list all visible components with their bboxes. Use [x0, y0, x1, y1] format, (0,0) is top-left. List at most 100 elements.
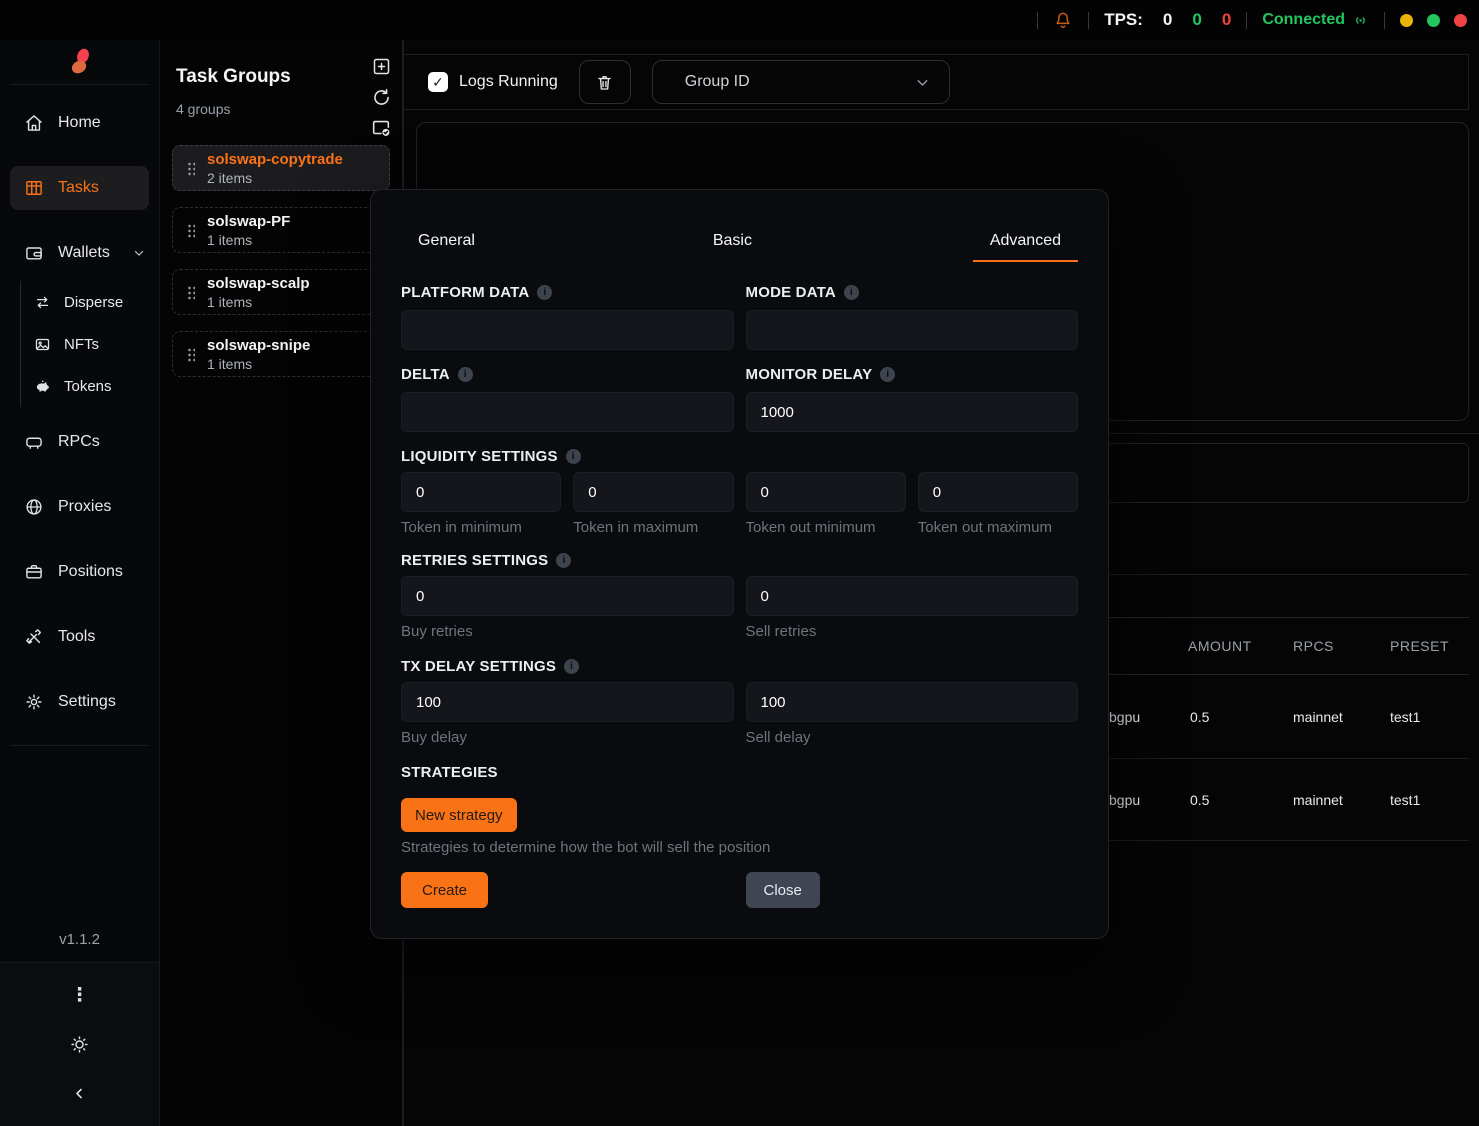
- drag-handle-icon[interactable]: [186, 223, 195, 238]
- group-id-select[interactable]: Group ID: [652, 60, 950, 104]
- delta-input[interactable]: [401, 392, 734, 432]
- task-group-list: solswap-copytrade 2 items solswap-PF 1 i…: [160, 145, 402, 377]
- more-options-button[interactable]: ⋮: [60, 979, 100, 1013]
- task-group-name: solswap-scalp: [207, 274, 389, 293]
- drag-handle-icon[interactable]: [186, 285, 195, 300]
- sidebar-item-proxies[interactable]: Proxies: [10, 485, 149, 529]
- info-icon[interactable]: i: [537, 285, 552, 300]
- cell-token: bgpu: [1109, 709, 1140, 725]
- info-icon[interactable]: i: [844, 285, 859, 300]
- sidebar-item-wallets[interactable]: Wallets: [10, 231, 149, 275]
- gear-icon: [24, 692, 44, 712]
- task-group-item[interactable]: solswap-snipe 1 items: [172, 331, 390, 377]
- status-dot-yellow[interactable]: [1400, 14, 1413, 27]
- token-out-minimum-input[interactable]: [746, 472, 906, 512]
- sidebar-item-positions[interactable]: Positions: [10, 550, 149, 594]
- column-header-rpcs: RPCS: [1293, 638, 1334, 654]
- sidebar-item-tools[interactable]: Tools: [10, 615, 149, 659]
- hard-drive-icon: [24, 432, 44, 452]
- sell-retries-input[interactable]: [746, 576, 1079, 616]
- sidebar-item-label: Tokens: [64, 378, 112, 395]
- monitor-delay-label: MONITOR DELAY i: [746, 364, 1079, 384]
- cell-amount: 0.5: [1190, 709, 1209, 725]
- strategies-actions: New strategy: [401, 798, 1078, 832]
- cell-preset: test1: [1390, 709, 1420, 725]
- tab-general[interactable]: General: [401, 222, 492, 262]
- drag-handle-icon[interactable]: [186, 161, 195, 176]
- group-id-select-value: Group ID: [685, 73, 750, 91]
- helper-token-in-minimum: Token in minimum: [401, 518, 561, 538]
- info-icon[interactable]: i: [564, 659, 579, 674]
- status-dot-green[interactable]: [1427, 14, 1440, 27]
- app-version: v1.1.2: [0, 931, 159, 948]
- strategies-label: STRATEGIES: [401, 762, 1078, 782]
- task-group-item[interactable]: solswap-copytrade 2 items: [172, 145, 390, 191]
- select-all-groups-button[interactable]: [370, 117, 392, 139]
- topbar-separator: [1246, 12, 1247, 29]
- buy-delay-input[interactable]: [401, 682, 734, 722]
- home-icon: [24, 113, 44, 133]
- sidebar-item-tasks[interactable]: Tasks: [10, 166, 149, 210]
- window-status-dots: [1400, 14, 1467, 27]
- sidebar-item-tokens[interactable]: Tokens: [21, 365, 159, 407]
- token-out-maximum-input[interactable]: [918, 472, 1078, 512]
- create-button[interactable]: Create: [401, 872, 488, 908]
- wallet-icon: [24, 243, 44, 263]
- info-icon[interactable]: i: [556, 553, 571, 568]
- app-root: TPS: 0 0 0 Connected: [0, 0, 1479, 1126]
- sell-delay-input[interactable]: [746, 682, 1079, 722]
- refresh-groups-button[interactable]: [370, 86, 392, 108]
- monitor-delay-input[interactable]: [746, 392, 1079, 432]
- field-inputs-row: [401, 392, 1078, 432]
- topbar: TPS: 0 0 0 Connected: [0, 0, 1479, 40]
- info-icon[interactable]: i: [880, 367, 895, 382]
- task-group-name: solswap-copytrade: [207, 150, 389, 169]
- new-strategy-button[interactable]: New strategy: [401, 798, 517, 832]
- helper-buy-retries: Buy retries: [401, 622, 734, 642]
- buy-retries-input[interactable]: [401, 576, 734, 616]
- tps-meter: TPS: 0 0 0: [1104, 10, 1231, 30]
- close-button[interactable]: Close: [746, 872, 820, 908]
- sidebar-nav: Home Tasks Wallets: [0, 85, 159, 724]
- platform-data-input[interactable]: [401, 310, 734, 350]
- mode-data-input[interactable]: [746, 310, 1079, 350]
- task-group-count: 2 items: [207, 169, 389, 187]
- drag-handle-icon[interactable]: [186, 347, 195, 362]
- retries-helpers-row: Buy retries Sell retries: [401, 622, 1078, 642]
- tab-basic[interactable]: Basic: [696, 222, 769, 262]
- status-dot-red[interactable]: [1454, 14, 1467, 27]
- token-in-maximum-input[interactable]: [573, 472, 733, 512]
- info-icon[interactable]: i: [566, 449, 581, 464]
- sidebar-item-label: RPCs: [58, 433, 100, 451]
- helper-token-in-maximum: Token in maximum: [573, 518, 733, 538]
- add-group-button[interactable]: [370, 55, 392, 77]
- task-group-item[interactable]: solswap-scalp 1 items: [172, 269, 390, 315]
- collapse-sidebar-button[interactable]: [60, 1077, 100, 1111]
- task-group-count: 1 items: [207, 355, 389, 373]
- info-icon[interactable]: i: [458, 367, 473, 382]
- task-groups-panel: Task Groups 4 groups: [160, 40, 403, 1126]
- task-group-item[interactable]: solswap-PF 1 items: [172, 207, 390, 253]
- sidebar-item-nfts[interactable]: NFTs: [21, 323, 159, 365]
- token-in-minimum-input[interactable]: [401, 472, 561, 512]
- field-inputs-row: [401, 310, 1078, 350]
- clear-logs-button[interactable]: [579, 60, 631, 104]
- tab-advanced[interactable]: Advanced: [973, 222, 1078, 262]
- field-labels-row: DELTA i MONITOR DELAY i: [401, 364, 1078, 384]
- field-labels-row: PLATFORM DATA i MODE DATA i: [401, 282, 1078, 302]
- logs-running-checkbox[interactable]: ✓: [428, 72, 448, 92]
- sidebar-item-rpcs[interactable]: RPCs: [10, 420, 149, 464]
- column-header-amount: AMOUNT: [1188, 638, 1252, 654]
- sidebar-item-disperse[interactable]: Disperse: [21, 281, 159, 323]
- sidebar-item-home[interactable]: Home: [10, 101, 149, 145]
- notifications-bell-icon[interactable]: [1053, 10, 1073, 30]
- task-groups-title: Task Groups: [176, 66, 386, 88]
- topbar-separator: [1088, 12, 1089, 29]
- tps-total: 0: [1163, 10, 1172, 30]
- task-group-count: 1 items: [207, 231, 389, 249]
- helper-buy-delay: Buy delay: [401, 728, 734, 748]
- sidebar-utility-bar: ⋮: [0, 962, 159, 1126]
- theme-toggle-button[interactable]: [60, 1028, 100, 1062]
- sidebar-item-settings[interactable]: Settings: [10, 680, 149, 724]
- app-logo: [0, 40, 159, 84]
